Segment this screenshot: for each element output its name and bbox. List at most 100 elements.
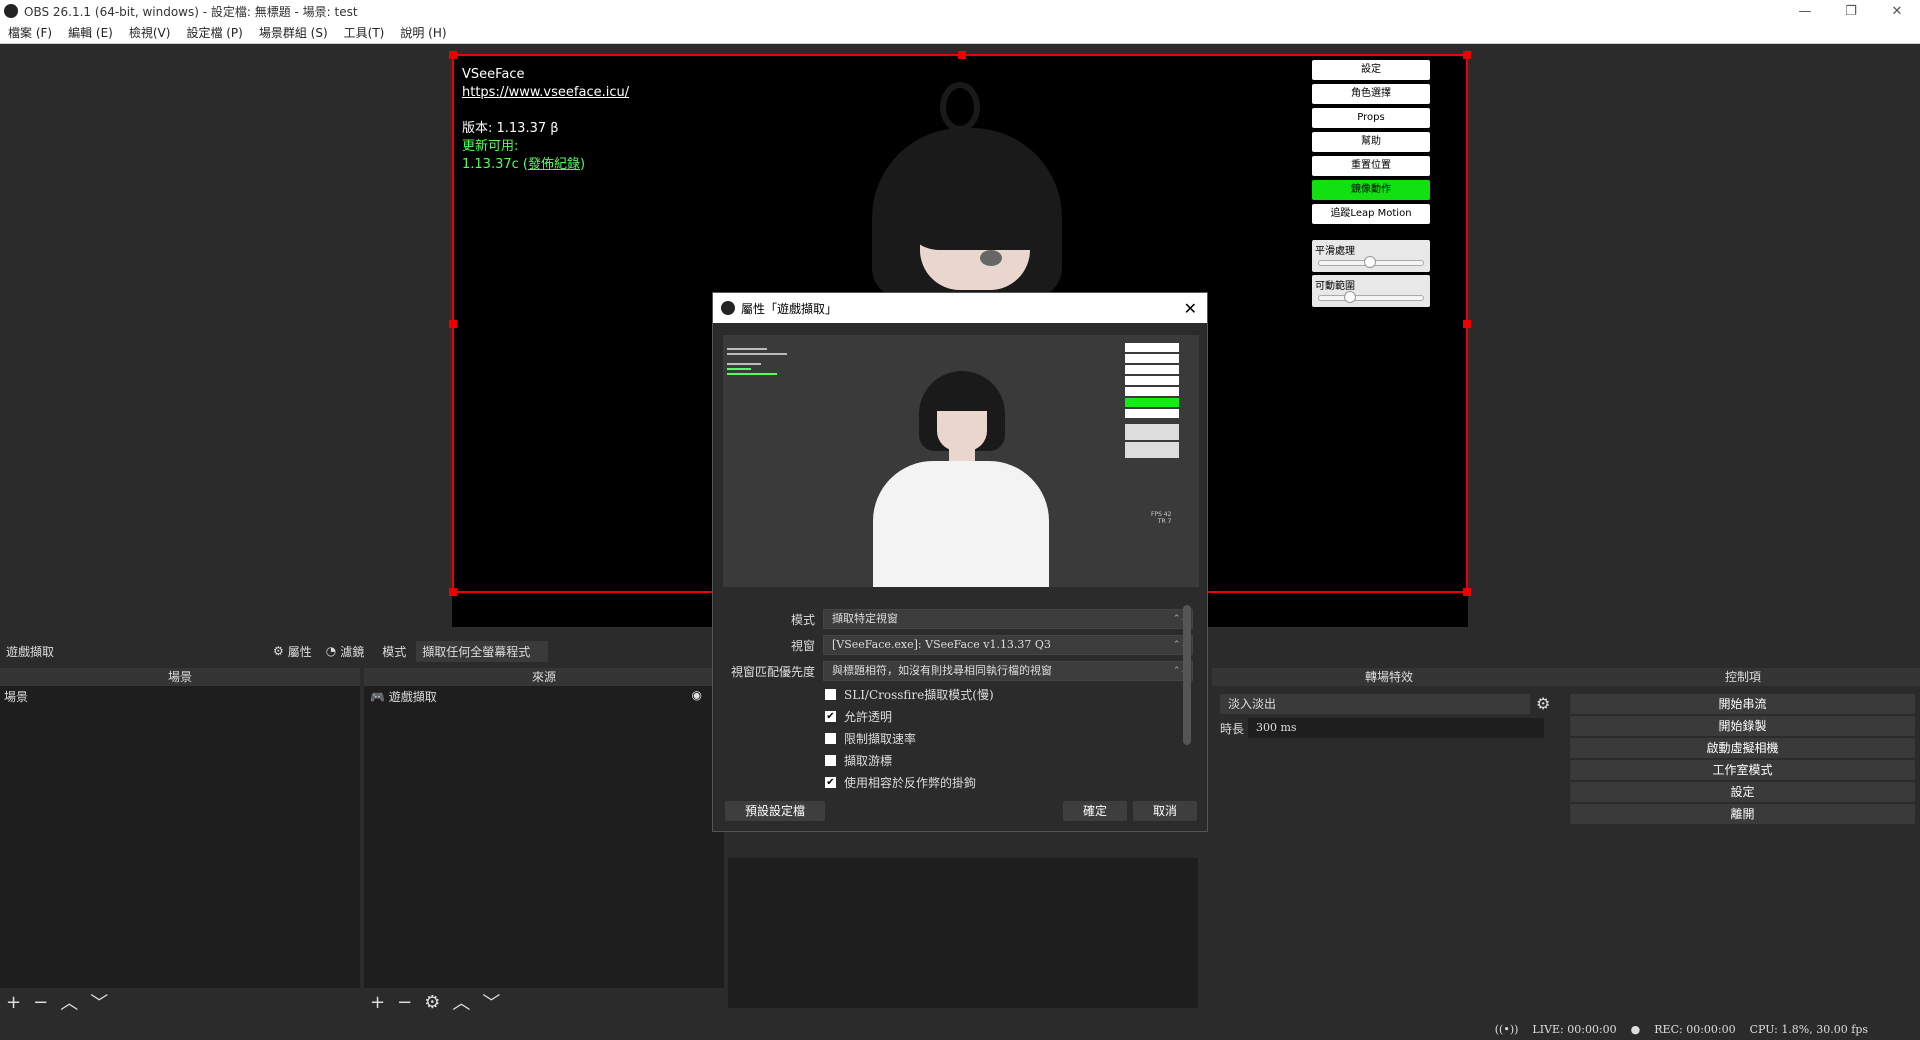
status-bar: ((•)) LIVE: 00:00:00 ● REC: 00:00:00 CPU…	[0, 1018, 1920, 1040]
checkbox-box-checked[interactable]: ✔	[825, 776, 836, 788]
transitions-dock-title: 轉場特效	[1212, 668, 1566, 686]
window-field-label: 視窗	[790, 638, 815, 653]
dialog-preview: FPS 42 TR 7	[723, 335, 1199, 587]
controls-dock-title: 控制項	[1566, 668, 1920, 686]
start-recording-button[interactable]: 開始錄製	[1570, 716, 1915, 736]
sli-crossfire-checkbox[interactable]: SLI/Crossfire擷取模式(慢)	[825, 685, 994, 703]
window-field-row: 視窗 [VSeeFace.exe]: VSeeFace v1.13.37 Q3	[723, 635, 1193, 655]
gear-icon[interactable]: ⚙	[424, 992, 440, 1013]
rec-icon: ●	[1630, 1022, 1641, 1036]
resize-handle[interactable]	[958, 51, 966, 59]
mode-select[interactable]: 擷取任何全螢幕程式	[416, 640, 549, 662]
obs-logo-icon	[721, 301, 735, 315]
checkbox-box[interactable]	[825, 754, 836, 766]
sources-dock-title: 來源	[364, 668, 724, 686]
start-virtual-camera-button[interactable]: 啟動虛擬相機	[1570, 738, 1915, 758]
minimize-button[interactable]: —	[1782, 4, 1828, 19]
checkbox-label: SLI/Crossfire擷取模式(慢)	[844, 687, 994, 702]
window-select[interactable]: [VSeeFace.exe]: VSeeFace v1.13.37 Q3	[823, 635, 1193, 655]
move-up-icon[interactable]: ︿	[452, 989, 470, 1015]
title-bar: OBS 26.1.1 (64-bit, windows) - 設定檔: 無標題 …	[0, 0, 1920, 22]
checkbox-box[interactable]	[825, 732, 836, 744]
dialog-title-bar: 屬性「遊戲擷取」 ✕	[713, 293, 1207, 323]
resize-handle[interactable]	[1463, 588, 1471, 596]
filters-button[interactable]: 濾鏡	[340, 643, 364, 660]
source-item-label: 遊戲擷取	[388, 690, 437, 704]
priority-field-row: 視窗匹配優先度 與標題相符，如沒有則找尋相同執行檔的視窗	[723, 661, 1193, 681]
maximize-button[interactable]: ❐	[1828, 4, 1874, 19]
live-status: LIVE: 00:00:00	[1532, 1022, 1617, 1036]
exit-button[interactable]: 離開	[1570, 804, 1915, 824]
mode-field-row: 模式 擷取特定視窗	[723, 609, 1193, 629]
dialog-title: 屬性「遊戲擷取」	[741, 301, 838, 316]
scene-item[interactable]: 場景	[4, 688, 28, 705]
resize-handle[interactable]	[449, 51, 457, 59]
properties-button[interactable]: 屬性	[288, 643, 312, 660]
menu-profile[interactable]: 設定檔 (P)	[178, 24, 250, 41]
checkbox-label: 限制擷取速率	[844, 731, 917, 746]
resize-handle[interactable]	[449, 588, 457, 596]
menu-help[interactable]: 說明 (H)	[392, 24, 454, 41]
transitions-dock: 轉場特效 淡入淡出 ⚙ 時長 300 ms	[1212, 668, 1566, 1016]
add-icon[interactable]: +	[6, 992, 21, 1013]
source-toolbar-name: 遊戲擷取	[6, 644, 55, 659]
checkbox-box[interactable]	[825, 688, 836, 700]
move-up-icon[interactable]: ︿	[60, 989, 78, 1015]
cpu-status: CPU: 1.8%, 30.00 fps	[1749, 1022, 1868, 1036]
move-down-icon[interactable]: ﹀	[90, 989, 108, 1015]
fps-text: FPS 42	[1151, 511, 1172, 518]
allow-transparency-checkbox[interactable]: ✔ 允許透明	[825, 707, 892, 725]
mode-field-label: 模式	[790, 612, 815, 627]
add-icon[interactable]: +	[370, 992, 385, 1013]
gear-icon[interactable]: ⚙	[273, 644, 284, 658]
window-title: OBS 26.1.1 (64-bit, windows) - 設定檔: 無標題 …	[24, 4, 358, 19]
mode-select[interactable]: 擷取特定視窗	[823, 609, 1193, 629]
mini-buttons	[1125, 343, 1179, 458]
resize-handle[interactable]	[1463, 51, 1471, 59]
menu-tools[interactable]: 工具(T)	[336, 24, 393, 41]
priority-field-label: 視窗匹配優先度	[730, 664, 815, 679]
gear-icon[interactable]: ⚙	[1536, 694, 1550, 713]
transition-select[interactable]: 淡入淡出	[1220, 694, 1530, 714]
close-icon[interactable]: ✕	[1184, 299, 1197, 318]
scenes-footer: + − ︿ ﹀	[0, 988, 360, 1016]
resize-handle[interactable]	[449, 320, 457, 328]
sources-dock: 來源 🎮 遊戲擷取 ◉ + − ⚙ ︿ ﹀	[364, 668, 724, 1016]
settings-button[interactable]: 設定	[1570, 782, 1915, 802]
close-button[interactable]: ✕	[1874, 4, 1920, 19]
sources-footer: + − ⚙ ︿ ﹀	[364, 988, 724, 1016]
checkbox-label: 使用相容於反作弊的掛鉤	[844, 775, 977, 790]
defaults-button[interactable]: 預設設定檔	[725, 801, 825, 821]
menu-file[interactable]: 檔案 (F)	[0, 24, 60, 41]
menu-view[interactable]: 檢視(V)	[121, 24, 179, 41]
checkbox-label: 允許透明	[844, 709, 893, 724]
dialog-scrollbar[interactable]	[1183, 605, 1191, 745]
duration-input[interactable]: 300 ms	[1248, 718, 1544, 738]
move-down-icon[interactable]: ﹀	[482, 989, 500, 1015]
filter-icon[interactable]: ◔	[326, 644, 336, 658]
checkbox-box-checked[interactable]: ✔	[825, 710, 836, 722]
menu-scene-collection[interactable]: 場景群組 (S)	[251, 24, 336, 41]
live-icon: ((•))	[1494, 1022, 1519, 1036]
mixer-area	[728, 858, 1198, 1008]
resize-handle[interactable]	[1463, 320, 1471, 328]
start-streaming-button[interactable]: 開始串流	[1570, 694, 1915, 714]
source-item[interactable]: 🎮 遊戲擷取	[370, 688, 437, 705]
scenes-dock: 場景 場景 + − ︿ ﹀	[0, 668, 360, 1016]
eye-icon[interactable]: ◉	[692, 688, 702, 702]
priority-select[interactable]: 與標題相符，如沒有則找尋相同執行檔的視窗	[823, 661, 1193, 681]
mini-avatar-face	[937, 411, 987, 451]
ok-button[interactable]: 確定	[1063, 801, 1127, 821]
obs-logo-icon	[4, 4, 18, 18]
duration-label: 時長	[1220, 722, 1245, 736]
cancel-button[interactable]: 取消	[1133, 801, 1197, 821]
limit-capture-rate-checkbox[interactable]: 限制擷取速率	[825, 729, 916, 747]
mini-info-text	[727, 345, 797, 395]
capture-cursor-checkbox[interactable]: 擷取游標	[825, 751, 892, 769]
menu-edit[interactable]: 編輯 (E)	[60, 24, 121, 41]
checkbox-label: 擷取游標	[844, 753, 893, 768]
remove-icon[interactable]: −	[397, 992, 412, 1013]
anti-cheat-hook-checkbox[interactable]: ✔ 使用相容於反作弊的掛鉤	[825, 773, 976, 791]
studio-mode-button[interactable]: 工作室模式	[1570, 760, 1915, 780]
remove-icon[interactable]: −	[33, 992, 48, 1013]
